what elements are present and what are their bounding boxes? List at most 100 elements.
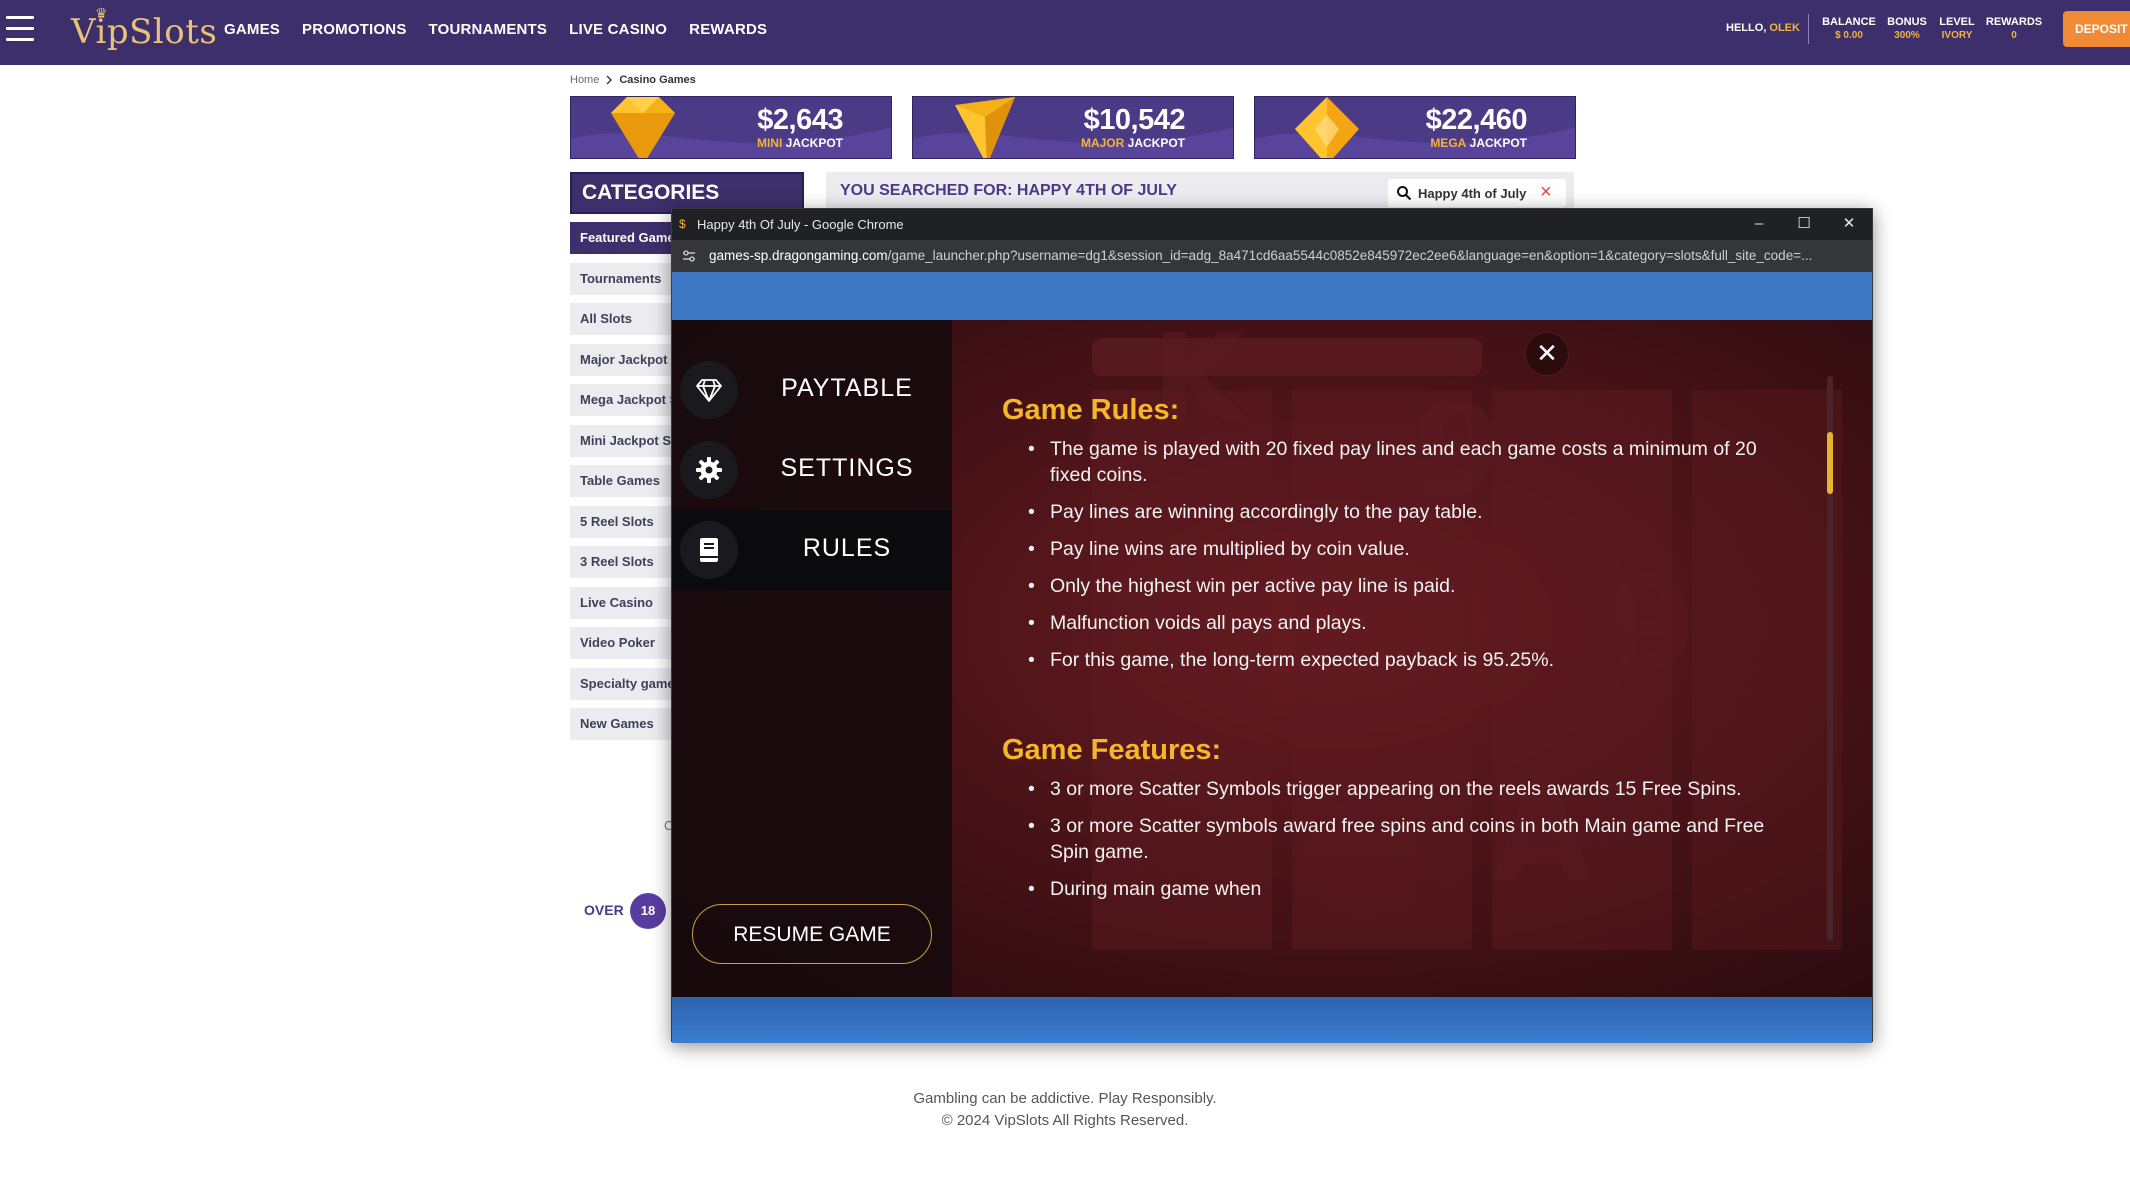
- game-canvas[interactable]: K 9 9 A PAYTABLE SETTINGS RULES RESUME G…: [672, 272, 1872, 1043]
- jackpot-tier: MAJOR: [1080, 136, 1125, 150]
- menu-settings-label: SETTINGS: [780, 454, 914, 482]
- page: ♛ VipSlots GAMES PROMOTIONS TOURNAMENTS …: [0, 0, 2130, 1178]
- mega-jackpot-banner[interactable]: $22,460 MEGA JACKPOT: [1254, 96, 1576, 159]
- over-label: OVER: [584, 902, 624, 918]
- url-path: /game_launcher.php?username=dg1&session_…: [887, 248, 1813, 263]
- jackpot-amount: $22,460: [1425, 104, 1528, 136]
- search-icon[interactable]: [1396, 185, 1412, 201]
- window-titlebar[interactable]: $ Happy 4th Of July - Google Chrome – ☐ …: [672, 209, 1872, 240]
- chevron-right-icon: [606, 75, 613, 85]
- gem-icon: [955, 97, 1015, 158]
- jackpot-label: MINI JACKPOT: [757, 136, 843, 150]
- menu-settings[interactable]: SETTINGS: [672, 430, 952, 510]
- balance-label: BALANCE: [1822, 16, 1876, 28]
- feature-item: 3 or more Scatter Symbols trigger appear…: [1028, 776, 1788, 802]
- jackpot-label: MEGA JACKPOT: [1430, 136, 1527, 150]
- rewards-value: 0: [2011, 30, 2017, 41]
- settings-icon-circle: [680, 441, 738, 499]
- copyright: © 2024 VipSlots All Rights Reserved.: [941, 1112, 1189, 1129]
- site-logo[interactable]: ♛ VipSlots: [71, 6, 218, 52]
- rule-item: The game is played with 20 fixed pay lin…: [1028, 436, 1788, 488]
- balance-value: $ 0.00: [1835, 30, 1863, 41]
- gem-icon: [611, 97, 675, 158]
- rewards-label: REWARDS: [1985, 16, 2043, 28]
- search-input[interactable]: [1418, 183, 1538, 203]
- minimize-icon[interactable]: –: [1741, 212, 1777, 236]
- nav-live-casino[interactable]: LIVE CASINO: [569, 21, 667, 38]
- jackpot-word: JACKPOT: [785, 136, 843, 150]
- breadcrumb-home[interactable]: Home: [570, 74, 599, 86]
- level-value: IVORY: [1941, 30, 1973, 41]
- major-jackpot-banner[interactable]: $10,542 MAJOR JACKPOT: [912, 96, 1234, 159]
- window-title: Happy 4th Of July - Google Chrome: [697, 217, 904, 232]
- book-icon: [700, 538, 718, 562]
- address-bar[interactable]: games-sp.dragongaming.com/game_launcher.…: [672, 240, 1872, 272]
- rules-icon-circle: [680, 521, 738, 579]
- menu-rules-label: RULES: [802, 534, 892, 562]
- username: OLEK: [1769, 22, 1800, 34]
- bonus-stat[interactable]: BONUS 300%: [1884, 16, 1930, 42]
- url-host: games-sp.dragongaming.com: [709, 248, 888, 263]
- nav-games[interactable]: GAMES: [224, 21, 280, 38]
- url-text: games-sp.dragongaming.com/game_launcher.…: [709, 248, 1859, 263]
- nav-rewards[interactable]: REWARDS: [689, 21, 767, 38]
- jackpot-tier: MINI: [756, 136, 783, 150]
- balance-stat[interactable]: BALANCE $ 0.00: [1822, 16, 1876, 42]
- rule-item: For this game, the long-term expected pa…: [1028, 647, 1788, 673]
- maximize-icon[interactable]: ☐: [1786, 212, 1822, 236]
- level-label: LEVEL: [1939, 16, 1975, 28]
- footer: Gambling can be addictive. Play Responsi…: [0, 1088, 2130, 1132]
- site-settings-icon[interactable]: [682, 249, 696, 263]
- game-rules-heading: Game Rules:: [1002, 394, 1180, 426]
- rules-content: ✕ Game Rules: The game is played with 20…: [952, 320, 1872, 997]
- level-stat[interactable]: LEVEL IVORY: [1936, 16, 1978, 42]
- jackpot-word: JACKPOT: [1127, 136, 1185, 150]
- game-popup-window: $ Happy 4th Of July - Google Chrome – ☐ …: [671, 208, 1873, 1043]
- close-rules-icon[interactable]: ✕: [1525, 332, 1569, 376]
- rule-item: Pay line wins are multiplied by coin val…: [1028, 536, 1788, 562]
- clear-search-icon[interactable]: ×: [1540, 181, 1552, 203]
- search-box: ×: [1388, 179, 1566, 207]
- nav-promotions[interactable]: PROMOTIONS: [302, 21, 407, 38]
- menu-paytable-label: PAYTABLE: [781, 374, 913, 402]
- breadcrumb-current: Casino Games: [619, 74, 696, 86]
- search-results-title: YOU SEARCHED FOR: HAPPY 4TH OF JULY: [840, 182, 1177, 199]
- bonus-label: BONUS: [1887, 16, 1927, 28]
- jackpot-label: MAJOR JACKPOT: [1081, 136, 1185, 150]
- paytable-icon-circle: [680, 361, 738, 419]
- rewards-stat[interactable]: REWARDS 0: [1984, 16, 2044, 42]
- mini-jackpot-banner[interactable]: $2,643 MINI JACKPOT: [570, 96, 892, 159]
- menu-rules[interactable]: RULES: [672, 510, 952, 590]
- logo-text: VipSlots: [71, 12, 218, 52]
- top-navigation-bar: ♛ VipSlots GAMES PROMOTIONS TOURNAMENTS …: [0, 0, 2130, 65]
- gem-icon: [1295, 97, 1359, 158]
- jackpot-amount: $10,542: [1083, 104, 1186, 136]
- game-features-heading: Game Features:: [1002, 734, 1222, 766]
- responsible-gambling-notice: Gambling can be addictive. Play Responsi…: [913, 1090, 1217, 1107]
- resume-game-button[interactable]: RESUME GAME: [692, 904, 932, 964]
- rules-scrollbar-thumb[interactable]: [1827, 432, 1833, 494]
- deposit-button[interactable]: DEPOSIT: [2063, 11, 2130, 47]
- game-bottom-bar: [672, 1000, 1872, 1043]
- bonus-value: 300%: [1894, 30, 1920, 41]
- jackpot-word: JACKPOT: [1469, 136, 1527, 150]
- dollar-favicon-icon: $: [679, 217, 686, 231]
- game-features-list: 3 or more Scatter Symbols trigger appear…: [1028, 776, 1788, 913]
- header-divider: [1808, 14, 1809, 44]
- breadcrumb: Home Casino Games: [570, 74, 696, 86]
- rules-overlay: K 9 9 A PAYTABLE SETTINGS RULES RESUME G…: [672, 320, 1872, 997]
- feature-item: 3 or more Scatter symbols award free spi…: [1028, 813, 1788, 865]
- gear-icon: [696, 457, 722, 483]
- rules-scroll-area[interactable]: Game Rules: The game is played with 20 f…: [952, 380, 1832, 997]
- hamburger-menu-icon[interactable]: [6, 16, 34, 42]
- close-window-icon[interactable]: ✕: [1831, 212, 1867, 236]
- feature-item: During main game when: [1028, 876, 1788, 902]
- menu-paytable[interactable]: PAYTABLE: [672, 350, 952, 430]
- search-results-bar: YOU SEARCHED FOR: HAPPY 4TH OF JULY ×: [826, 172, 1574, 212]
- user-greeting[interactable]: HELLO, OLEK: [1726, 22, 1800, 34]
- rule-item: Pay lines are winning accordingly to the…: [1028, 499, 1788, 525]
- game-rules-list: The game is played with 20 fixed pay lin…: [1028, 436, 1788, 684]
- main-nav: GAMES PROMOTIONS TOURNAMENTS LIVE CASINO…: [224, 0, 767, 58]
- age-18-badge: 18: [630, 893, 666, 929]
- nav-tournaments[interactable]: TOURNAMENTS: [429, 21, 548, 38]
